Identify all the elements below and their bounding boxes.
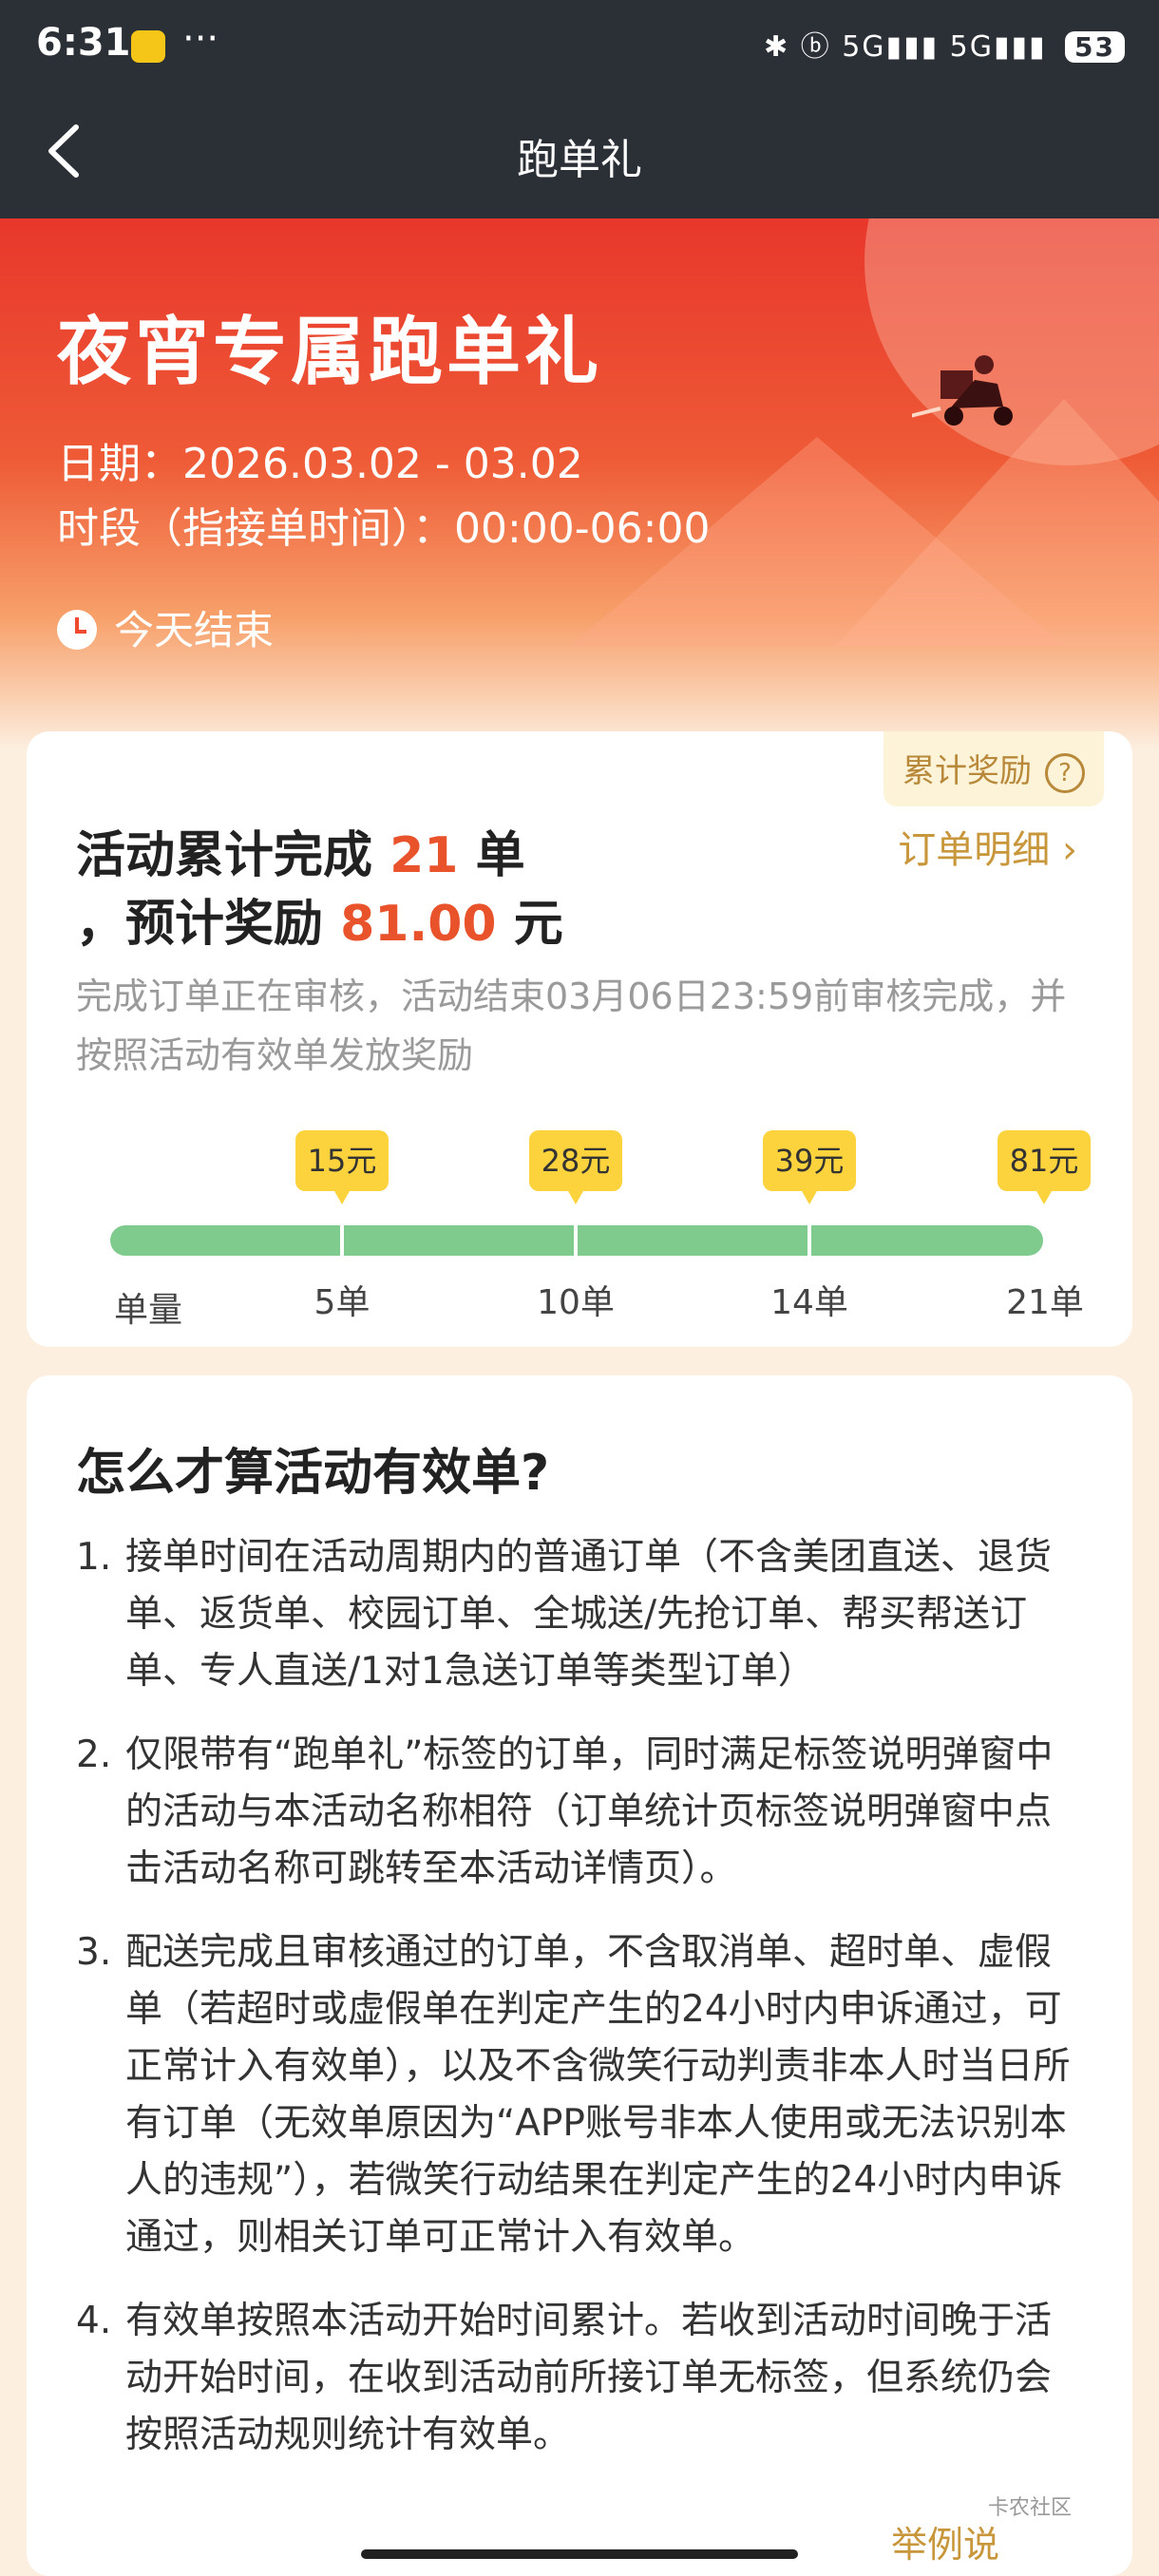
activity-title: 夜宵专属跑单礼 bbox=[57, 310, 603, 395]
summary-unit: 单 bbox=[458, 827, 525, 884]
status-indicators: ✱ ⓑ 5G▮▮▮ 5G▮▮▮ 53 bbox=[764, 23, 1125, 65]
completed-orders-summary: 活动累计完成 21 单 bbox=[76, 815, 525, 886]
scooter-rider-icon bbox=[912, 355, 1013, 426]
progress-tick bbox=[808, 1225, 811, 1256]
rule-text: 仅限带有“跑单礼”标签的订单，同时满足标签说明弹窗中的活动与本活动名称相符（订单… bbox=[125, 1733, 1054, 1890]
hero-banner: 夜宵专属跑单礼 日期：2026.03.02 - 03.02 时段（指接单时间）：… bbox=[0, 218, 1159, 750]
rule-item: 3. 配送完成且审核通过的订单，不含取消单、超时单、虚假单（若超时或虚假单在判定产… bbox=[76, 1924, 1083, 2266]
activity-time-range: 时段（指接单时间）：00:00-06:00 bbox=[57, 504, 711, 553]
milestone-orders-label: 21单 bbox=[1006, 1283, 1084, 1322]
rule-number: 3. bbox=[76, 1931, 112, 1974]
status-bar: 6:31 ··· ✱ ⓑ 5G▮▮▮ 5G▮▮▮ 53 bbox=[0, 0, 1159, 84]
milestone-reward-tag: 28元 bbox=[529, 1130, 622, 1204]
rule-text: 配送完成且审核通过的订单，不含取消单、超时单、虚假单（若超时或虚假单在判定产生的… bbox=[125, 1931, 1071, 2259]
summary-text: ，预计奖励 bbox=[76, 896, 341, 953]
battery-icon: 53 bbox=[1065, 31, 1125, 63]
end-notice-label: 今天结束 bbox=[114, 607, 275, 653]
cumulative-reward-label: 累计奖励 bbox=[902, 752, 1032, 790]
progress-tick bbox=[574, 1225, 578, 1256]
watermark-logo: 卡农社区 bbox=[988, 2496, 1073, 2520]
rule-item: 1. 接单时间在活动周期内的普通订单（不含美团直送、退货单、返货单、校园订单、全城… bbox=[76, 1529, 1083, 1700]
example-link[interactable]: 举例说 bbox=[882, 2515, 1000, 2567]
progress-tick bbox=[340, 1225, 344, 1256]
rule-number: 2. bbox=[76, 1733, 112, 1776]
quantity-label: 单量 bbox=[113, 1291, 182, 1330]
estimated-reward-summary: ，预计奖励 81.00 元 bbox=[76, 883, 563, 955]
signal-icons: ✱ ⓑ 5G▮▮▮ 5G▮▮▮ bbox=[764, 30, 1047, 64]
milestone-reward-tag: 39元 bbox=[763, 1130, 856, 1204]
rule-number: 1. bbox=[76, 1536, 112, 1579]
order-detail-link[interactable]: 订单明细 › bbox=[898, 819, 1077, 874]
help-icon[interactable]: ? bbox=[1045, 752, 1085, 793]
rules-list: 1. 接单时间在活动周期内的普通订单（不含美团直送、退货单、返货单、校园订单、全城… bbox=[76, 1529, 1083, 2491]
rules-card: 怎么才算活动有效单? 1. 接单时间在活动周期内的普通订单（不含美团直送、退货单、… bbox=[27, 1375, 1132, 2576]
more-notifications-icon: ··· bbox=[182, 17, 219, 61]
rule-item: 2. 仅限带有“跑单礼”标签的订单，同时满足标签说明弹窗中的活动与本活动名称相符（… bbox=[76, 1727, 1083, 1898]
home-indicator[interactable] bbox=[361, 2549, 798, 2559]
summary-card: 累计奖励? 活动累计完成 21 单 ，预计奖励 81.00 元 订单明细 › 完… bbox=[27, 731, 1132, 1347]
reward-amount: 81.00 bbox=[340, 896, 497, 953]
milestone-reward-tag: 15元 bbox=[295, 1130, 389, 1204]
summary-unit: 元 bbox=[496, 896, 563, 953]
end-notice: 今天结束 bbox=[57, 598, 274, 656]
app-notification-icon bbox=[131, 30, 165, 63]
milestone-orders-label: 5单 bbox=[314, 1283, 370, 1322]
milestone-orders-label: 10单 bbox=[537, 1283, 615, 1322]
review-note: 完成订单正在审核，活动结束03月06日23:59前审核完成，并按照活动有效单发放… bbox=[76, 975, 1067, 1076]
rule-text: 接单时间在活动周期内的普通订单（不含美团直送、退货单、返货单、校园订单、全城送/… bbox=[125, 1536, 1053, 1693]
status-time: 6:31 bbox=[36, 21, 131, 65]
page-title: 跑单礼 bbox=[517, 136, 642, 184]
rule-number: 4. bbox=[76, 2300, 112, 2342]
activity-date: 日期：2026.03.02 - 03.02 bbox=[57, 440, 583, 488]
orders-count: 21 bbox=[390, 827, 459, 884]
summary-text: 活动累计完成 bbox=[76, 827, 390, 884]
rule-item: 4. 有效单按照本活动开始时间累计。若收到活动时间晚于活动开始时间，在收到活动前所… bbox=[76, 2293, 1083, 2464]
rule-text: 有效单按照本活动开始时间累计。若收到活动时间晚于活动开始时间，在收到活动前所接订… bbox=[125, 2300, 1053, 2456]
nav-bar: 跑单礼 bbox=[0, 84, 1159, 218]
milestone-orders-label: 14单 bbox=[770, 1283, 848, 1322]
clock-icon bbox=[57, 610, 97, 650]
cumulative-reward-badge[interactable]: 累计奖励? bbox=[884, 731, 1104, 806]
milestone-reward-tag: 81元 bbox=[998, 1130, 1091, 1204]
rules-title: 怎么才算活动有效单? bbox=[76, 1445, 550, 1502]
